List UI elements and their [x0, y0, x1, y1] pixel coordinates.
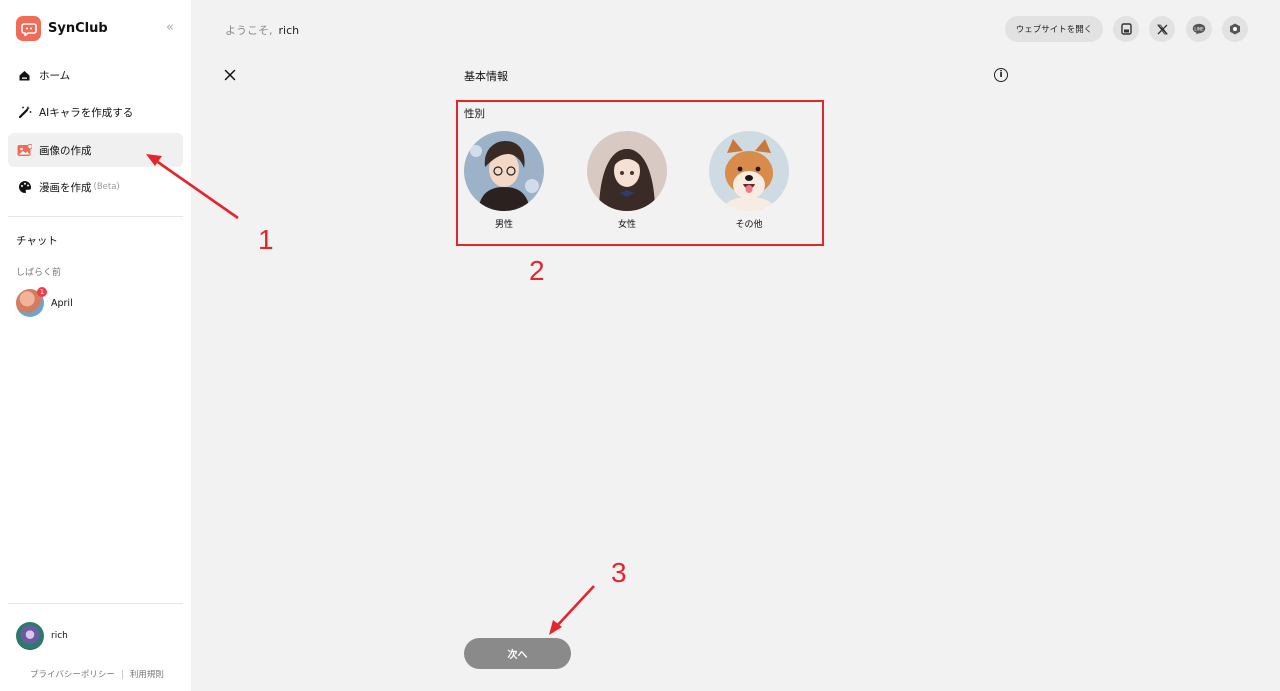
info-icon[interactable]: i [994, 68, 1008, 82]
footer-separator [121, 669, 123, 679]
nav-create-image-label: 画像の作成 [39, 144, 92, 157]
chat-item-april[interactable]: 1 April [16, 287, 73, 317]
brand-name: SynClub [48, 21, 108, 36]
open-website-button[interactable]: ウェブサイトを開く [1005, 16, 1103, 42]
svg-text:LINE: LINE [1194, 26, 1204, 31]
annotation-number-3: 3 [611, 557, 627, 588]
palette-icon [17, 180, 32, 195]
home-icon [17, 68, 32, 83]
nav-home-label: ホーム [39, 69, 71, 82]
footer-links: プライバシーポリシー 利用規則 [30, 668, 164, 680]
chat-section-title: チャット [16, 235, 58, 247]
welcome-label: ようこそ, [225, 24, 273, 37]
gender-option-other[interactable]: その他 [709, 131, 789, 230]
image-create-icon [17, 143, 32, 158]
nav-create-image[interactable]: 画像の作成 [8, 133, 183, 167]
synclub-logo-icon [16, 16, 41, 41]
sidebar-divider [8, 216, 183, 217]
panel-title: 基本情報 [464, 70, 508, 83]
gender-option-female[interactable]: 女性 [587, 131, 667, 230]
close-icon[interactable] [222, 67, 238, 83]
annotation-number-2: 2 [529, 255, 545, 286]
sidebar-divider-bottom [8, 603, 183, 604]
discord-icon[interactable] [1222, 16, 1248, 42]
collapse-sidebar-icon[interactable]: « [166, 20, 174, 35]
magic-wand-icon [17, 105, 32, 120]
sidebar: SynClub « ホーム AIキャラを作成する 画像の作成 漫画を作成 (Be… [0, 0, 191, 691]
brand[interactable]: SynClub [16, 16, 108, 41]
gender-option-other-label: その他 [735, 220, 763, 230]
dog-avatar-image [709, 131, 789, 211]
gender-label: 性別 [464, 108, 485, 120]
male-avatar-image [464, 131, 544, 211]
nav-create-ai-character-label: AIキャラを作成する [39, 106, 134, 119]
recent-label: しばらく前 [16, 268, 62, 278]
gender-option-male-label: 男性 [494, 220, 513, 230]
nav-create-manga-label: 漫画を作成 [39, 181, 92, 194]
beta-tag: (Beta) [93, 182, 120, 192]
unread-badge: 1 [37, 287, 47, 297]
nav-create-ai-character[interactable]: AIキャラを作成する [8, 95, 183, 129]
welcome-username: rich [278, 24, 300, 37]
user-profile[interactable]: rich [16, 622, 68, 650]
avatar: 1 [16, 287, 47, 317]
x-twitter-icon[interactable] [1149, 16, 1175, 42]
gender-option-male[interactable]: 男性 [464, 131, 544, 230]
privacy-policy-link[interactable]: プライバシーポリシー [30, 668, 115, 680]
save-icon[interactable] [1113, 16, 1139, 42]
gender-option-female-label: 女性 [617, 220, 636, 230]
welcome-text: ようこそ, rich [225, 22, 299, 38]
nav-create-manga[interactable]: 漫画を作成 (Beta) [8, 170, 183, 204]
avatar [16, 622, 44, 650]
female-avatar-image [587, 131, 667, 211]
nav-home[interactable]: ホーム [8, 58, 183, 92]
chat-name: April [51, 297, 73, 309]
line-icon[interactable]: LINE [1186, 16, 1212, 42]
next-button[interactable]: 次へ [464, 638, 571, 669]
annotation-number-1: 1 [258, 224, 274, 255]
terms-link[interactable]: 利用規則 [130, 668, 164, 680]
user-name: rich [51, 631, 68, 641]
